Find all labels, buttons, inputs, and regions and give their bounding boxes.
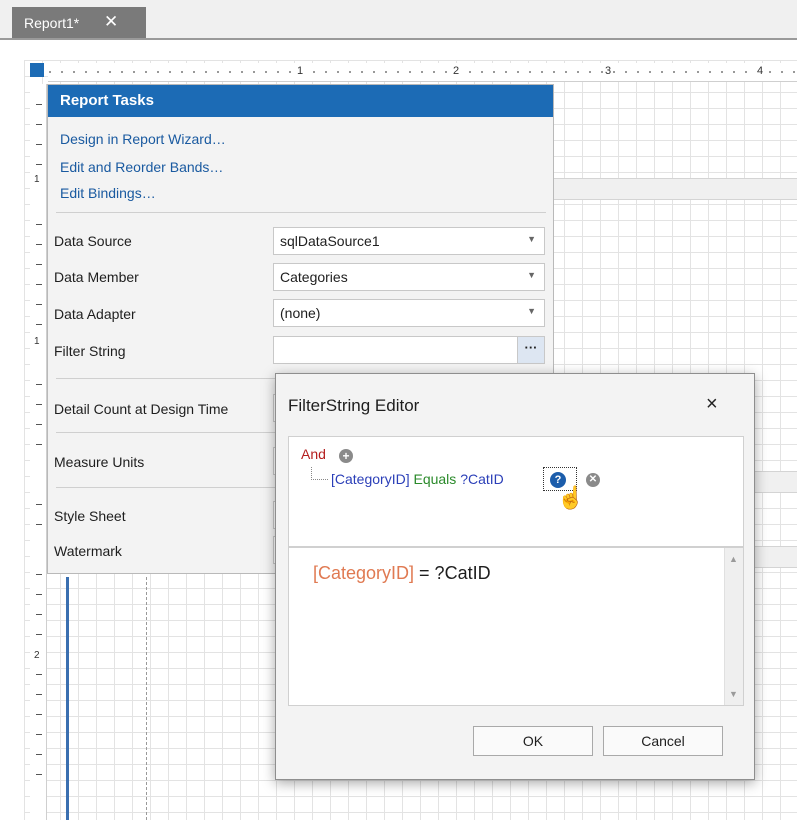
ruler-corner-icon [30, 63, 44, 77]
ruler-label: 2 [452, 65, 461, 77]
tree-connector [311, 467, 328, 480]
chevron-down-icon[interactable]: ▼ [527, 270, 536, 280]
label-style-sheet: Style Sheet [54, 508, 126, 524]
divider [56, 212, 546, 213]
label-data-adapter: Data Adapter [54, 306, 136, 322]
dialog-title: FilterString Editor [288, 396, 420, 415]
chevron-down-icon[interactable]: ▼ [527, 234, 536, 244]
expression-preview[interactable]: [CategoryID] = ?CatID ▲ ▼ [288, 547, 744, 706]
ellipsis-button[interactable]: ··· [517, 337, 544, 363]
expression-rest: = ?CatID [414, 563, 491, 583]
hand-cursor-icon: ☝ [557, 485, 585, 510]
filter-string-field[interactable]: ··· [273, 336, 545, 364]
group-operator[interactable]: And [301, 446, 326, 462]
data-member-combo[interactable]: Categories ▼ [273, 263, 545, 291]
filter-tree[interactable]: And + [CategoryID] Equals ?CatID ? ✕ ☝ [288, 436, 744, 547]
scroll-down-icon[interactable]: ▼ [729, 689, 738, 699]
cancel-button[interactable]: Cancel [603, 726, 723, 756]
add-condition-icon[interactable]: + [339, 449, 353, 463]
ruler-label: 3 [604, 65, 613, 77]
data-member-value: Categories [280, 269, 348, 285]
vertical-scrollbar[interactable]: ▲ ▼ [724, 548, 743, 705]
tab-report1[interactable]: Report1* ✕ [12, 7, 146, 38]
ruler-label: 2 [34, 650, 40, 661]
close-icon[interactable]: ✕ [104, 12, 118, 32]
filter-condition[interactable]: [CategoryID] Equals ?CatID [331, 471, 504, 487]
ok-button[interactable]: OK [473, 726, 593, 756]
scroll-up-icon[interactable]: ▲ [729, 554, 738, 564]
horizontal-ruler: 1 2 3 4 [48, 63, 797, 82]
condition-value[interactable]: ?CatID [460, 471, 504, 487]
close-icon[interactable]: × [706, 393, 718, 416]
filterstring-editor-dialog: FilterString Editor × And + [CategoryID]… [275, 373, 755, 780]
expression-field: [CategoryID] [313, 563, 415, 583]
margin-line [66, 577, 69, 820]
data-adapter-combo[interactable]: (none) ▼ [273, 299, 545, 327]
ruler-label: 4 [756, 65, 765, 77]
remove-condition-icon[interactable]: ✕ [586, 473, 600, 487]
condition-field[interactable]: [CategoryID] [331, 471, 410, 487]
vertical-ruler: 1 1 2 [30, 84, 47, 820]
ruler-label: 1 [34, 336, 40, 347]
link-design-in-report-wizard[interactable]: Design in Report Wizard… [60, 131, 226, 147]
link-edit-bindings[interactable]: Edit Bindings… [60, 185, 156, 201]
label-data-source: Data Source [54, 233, 132, 249]
label-data-member: Data Member [54, 269, 139, 285]
report-tasks-title: Report Tasks [60, 92, 154, 109]
ruler-label: 1 [34, 174, 40, 185]
label-detail-count: Detail Count at Design Time [54, 401, 229, 417]
label-filter-string: Filter String [54, 343, 126, 359]
chevron-down-icon[interactable]: ▼ [527, 306, 536, 316]
ruler-label: 1 [296, 65, 305, 77]
expression-text: [CategoryID] = ?CatID [313, 563, 491, 584]
data-source-value: sqlDataSource1 [280, 233, 380, 249]
label-measure-units: Measure Units [54, 454, 145, 470]
link-edit-and-reorder-bands[interactable]: Edit and Reorder Bands… [60, 159, 223, 175]
report-tasks-header: Report Tasks [48, 85, 553, 117]
data-adapter-value: (none) [280, 305, 321, 321]
condition-operator[interactable]: Equals [413, 471, 456, 487]
document-tab-strip: Report1* ✕ [0, 0, 797, 40]
label-watermark: Watermark [54, 543, 122, 559]
data-source-combo[interactable]: sqlDataSource1 ▼ [273, 227, 545, 255]
tab-report1-label: Report1* [24, 15, 80, 31]
margin-guide [146, 577, 147, 820]
